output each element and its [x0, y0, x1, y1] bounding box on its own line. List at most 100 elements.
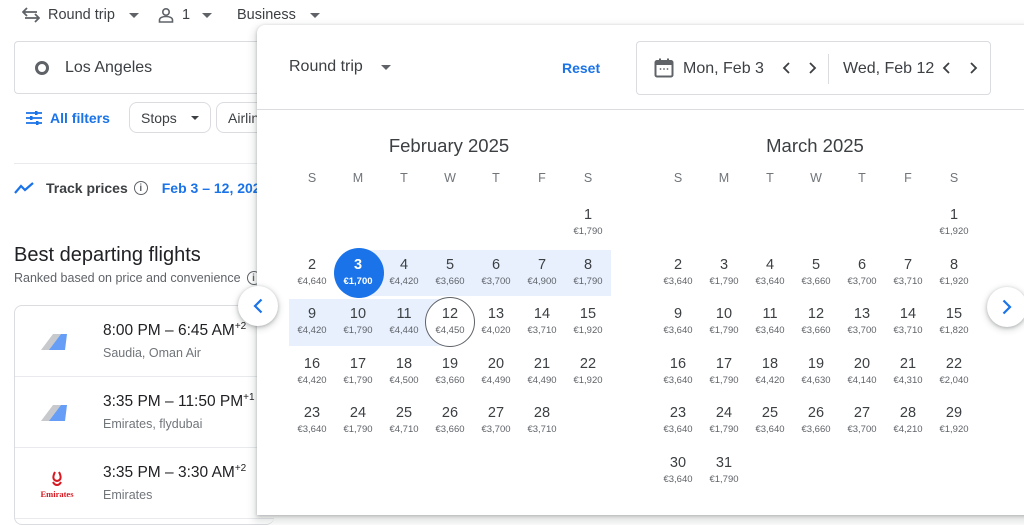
calendar-day[interactable]: 10 €1,790 — [701, 298, 747, 346]
return-next-day-button[interactable] — [964, 58, 984, 78]
calendar-day[interactable]: 18 €4,500 — [381, 348, 427, 396]
flight-row[interactable]: 3:35 PM – 11:50 PM+1 Emirates, flydubai — [15, 377, 274, 448]
day-number: 16 — [303, 355, 321, 372]
calendar-day[interactable]: 13 €4,020 — [473, 298, 519, 346]
day-price: €3,710 — [893, 325, 923, 336]
day-number: 25 — [395, 405, 413, 421]
day-number: 24 — [349, 405, 367, 421]
calendar-day[interactable]: 1 €1,790 — [565, 199, 611, 247]
calendar-day[interactable]: 11 €3,640 — [747, 298, 793, 346]
calendar-day[interactable]: 22 €1,920 — [565, 348, 611, 396]
day-number: 14 — [899, 306, 917, 322]
calendar-day[interactable]: 19 €4,630 — [793, 348, 839, 396]
calendar-day[interactable]: 15 €1,920 — [565, 298, 611, 346]
calendar-day[interactable]: 13 €3,700 — [839, 298, 885, 346]
calendar-day[interactable]: 29 €1,920 — [931, 397, 977, 445]
calendar-day[interactable]: 8 €1,920 — [931, 249, 977, 297]
calendar-day[interactable]: 19 €3,660 — [427, 348, 473, 396]
calendar-day[interactable]: 5 €3,660 — [793, 249, 839, 297]
calendar-day[interactable]: 22 €2,040 — [931, 348, 977, 396]
calendar-day[interactable]: 17 €1,790 — [701, 348, 747, 396]
calendar-day[interactable]: 18 €4,420 — [747, 348, 793, 396]
calendar-day[interactable]: 1 €1,920 — [931, 199, 977, 247]
calendar-day[interactable]: 12 €3,660 — [793, 298, 839, 346]
day-price: €4,500 — [389, 374, 419, 386]
flight-row[interactable]: 8:00 PM – 6:45 AM+2 Saudia, Oman Air — [15, 306, 274, 377]
chevron-right-icon — [970, 62, 978, 74]
calendar-day[interactable]: 2 €3,640 — [655, 249, 701, 297]
calendar-day[interactable]: 15 €1,820 — [931, 298, 977, 346]
calendar-day[interactable]: 6 €3,700 — [839, 249, 885, 297]
calendar-day[interactable]: 11 €4,440 — [381, 298, 427, 346]
calendar-day[interactable]: 9 €3,640 — [655, 298, 701, 346]
flight-row[interactable]: Emirates 3:35 PM – 3:30 AM+2 Emirates — [15, 448, 274, 519]
day-price: €3,640 — [755, 424, 785, 435]
calendar-day[interactable]: 23 €3,640 — [289, 397, 335, 445]
return-prev-day-button[interactable] — [936, 58, 956, 78]
next-month-button[interactable] — [987, 287, 1024, 327]
calendar-day[interactable]: 20 €4,490 — [473, 348, 519, 396]
svg-text:Emirates: Emirates — [40, 489, 74, 499]
calendar-day-selected-departure[interactable]: 3 €1,700 — [334, 247, 384, 298]
stops-label: Stops — [141, 109, 177, 126]
reset-button[interactable]: Reset — [562, 60, 600, 76]
calendar-day[interactable]: 10 €1,790 — [335, 298, 381, 346]
calendar-day[interactable]: 16 €3,640 — [655, 348, 701, 396]
calendar-day[interactable]: 30 €3,640 — [655, 447, 701, 495]
calendar-day[interactable]: 24 €1,790 — [701, 397, 747, 445]
day-number: 12 — [441, 306, 459, 322]
calendar-day[interactable]: 27 €3,700 — [839, 397, 885, 445]
calendar-day[interactable]: 28 €3,710 — [519, 397, 565, 445]
all-filters-button[interactable]: All filters — [26, 110, 110, 126]
calendar-day[interactable]: 5 €3,660 — [427, 249, 473, 297]
date-picker-trip-type-select[interactable]: Round trip — [289, 58, 391, 76]
calendar-day[interactable]: 25 €3,640 — [747, 397, 793, 445]
calendar-day[interactable]: 16 €4,420 — [289, 348, 335, 396]
calendar-day[interactable]: 31 €1,790 — [701, 447, 747, 495]
info-icon[interactable]: i — [133, 181, 148, 195]
calendar-day[interactable]: 9 €4,420 — [289, 298, 335, 346]
calendar-day[interactable]: 14 €3,710 — [519, 298, 565, 346]
calendar-day[interactable]: 4 €3,640 — [747, 249, 793, 297]
calendar-day[interactable]: 17 €1,790 — [335, 348, 381, 396]
origin-input[interactable]: Los Angeles — [14, 41, 274, 94]
calendar-day[interactable]: 7 €3,710 — [885, 249, 931, 297]
track-prices-label: Track prices — [46, 180, 128, 196]
calendar-day[interactable]: 25 €4,710 — [381, 397, 427, 445]
calendar-day[interactable]: 26 €3,660 — [427, 397, 473, 445]
departure-next-day-button[interactable] — [803, 58, 823, 78]
cabin-class-select[interactable]: Business — [237, 7, 320, 23]
date-picker-trip-type-label: Round trip — [289, 58, 363, 75]
calendar-day[interactable]: 27 €3,700 — [473, 397, 519, 445]
calendar-day[interactable]: 7 €4,900 — [519, 249, 565, 297]
calendar-day-selected-return[interactable]: 12 €4,450 — [425, 297, 475, 347]
day-number: 27 — [487, 405, 505, 421]
day-price: €3,700 — [847, 325, 877, 336]
calendar-day[interactable]: 3 €1,790 — [701, 249, 747, 297]
day-price: €3,640 — [755, 325, 785, 336]
calendar-day[interactable]: 2 €4,640 — [289, 249, 335, 297]
trip-type-select[interactable]: Round trip — [22, 7, 139, 23]
track-prices-row: Track prices i Feb 3 – 12, 2025 — [14, 180, 268, 196]
day-number: 12 — [807, 306, 825, 322]
day-price: €1,920 — [939, 275, 969, 287]
calendar-day[interactable]: 14 €3,710 — [885, 298, 931, 346]
calendar-day[interactable]: 4 €4,420 — [381, 249, 427, 297]
passengers-select[interactable]: 1 — [158, 7, 213, 23]
calendar-day[interactable]: 23 €3,640 — [655, 397, 701, 445]
calendar-day[interactable]: 6 €3,700 — [473, 249, 519, 297]
calendar-day[interactable]: 20 €4,140 — [839, 348, 885, 396]
return-date-input[interactable]: Wed, Feb 12 — [843, 60, 934, 78]
departure-prev-day-button[interactable] — [776, 58, 796, 78]
departure-date-input[interactable]: Mon, Feb 3 — [683, 60, 764, 78]
calendar-day[interactable]: 8 €1,790 — [565, 249, 611, 297]
day-price: €3,660 — [801, 275, 831, 287]
calendar-day[interactable]: 24 €1,790 — [335, 397, 381, 445]
calendar-day[interactable]: 21 €4,490 — [519, 348, 565, 396]
calendar-day[interactable]: 28 €4,210 — [885, 397, 931, 445]
calendar-day[interactable]: 21 €4,310 — [885, 348, 931, 396]
stops-filter-chip[interactable]: Stops — [129, 102, 211, 133]
previous-month-button[interactable] — [238, 286, 278, 326]
all-filters-label: All filters — [50, 110, 110, 126]
calendar-day[interactable]: 26 €3,660 — [793, 397, 839, 445]
